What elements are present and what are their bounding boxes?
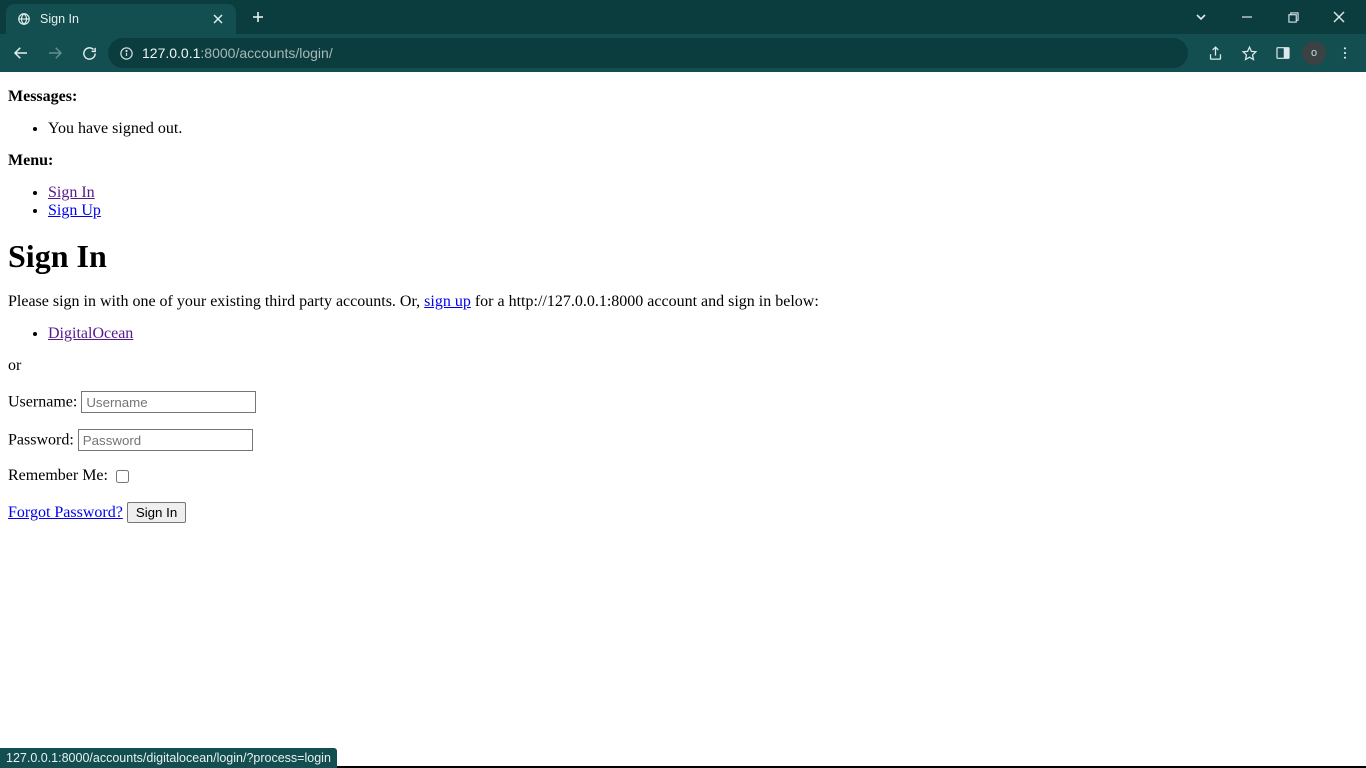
providers-list: DigitalOcean	[8, 325, 1358, 343]
username-input[interactable]	[81, 391, 256, 413]
remember-label: Remember Me:	[8, 467, 108, 484]
remember-row: Remember Me:	[8, 467, 1358, 486]
menu-list: Sign In Sign Up	[8, 184, 1358, 220]
url-port: :8000	[200, 45, 235, 61]
new-tab-button[interactable]	[244, 3, 272, 31]
intro-text: Please sign in with one of your existing…	[8, 293, 1358, 311]
list-item: DigitalOcean	[48, 325, 1358, 343]
site-info-icon[interactable]	[118, 45, 134, 61]
messages-heading: Messages:	[8, 88, 77, 105]
reload-button[interactable]	[74, 38, 104, 68]
status-bar: 127.0.0.1:8000/accounts/digitalocean/log…	[0, 748, 337, 768]
back-button[interactable]	[6, 38, 36, 68]
menu-sign-up-link[interactable]: Sign Up	[48, 202, 101, 219]
tab-close-icon[interactable]	[210, 11, 226, 27]
sign-up-inline-link[interactable]: sign up	[424, 293, 471, 310]
page-title: Sign In	[8, 238, 1358, 275]
forward-button[interactable]	[40, 38, 70, 68]
minimize-icon[interactable]	[1224, 0, 1270, 34]
list-item: Sign In	[48, 184, 1358, 202]
menu-heading: Menu:	[8, 152, 53, 169]
toolbar-right: o	[1192, 38, 1360, 68]
share-icon[interactable]	[1200, 38, 1230, 68]
provider-digitalocean-link[interactable]: DigitalOcean	[48, 325, 133, 342]
password-row: Password:	[8, 429, 1358, 451]
or-divider: or	[8, 357, 1358, 375]
tab-strip: Sign In	[0, 0, 1366, 34]
browser-tab[interactable]: Sign In	[6, 4, 236, 34]
tab-title: Sign In	[40, 12, 202, 26]
maximize-icon[interactable]	[1270, 0, 1316, 34]
browser-toolbar: 127.0.0.1:8000/accounts/login/	[0, 34, 1366, 72]
messages-list: You have signed out.	[8, 120, 1358, 138]
page-body: Messages: You have signed out. Menu: Sig…	[0, 72, 1366, 768]
message-item: You have signed out.	[48, 120, 1358, 138]
submit-row: Forgot Password? Sign In	[8, 502, 1358, 523]
password-input[interactable]	[78, 429, 253, 451]
forgot-password-link[interactable]: Forgot Password?	[8, 504, 123, 521]
menu-sign-in-link[interactable]: Sign In	[48, 184, 95, 201]
kebab-menu-icon[interactable]	[1330, 38, 1360, 68]
username-row: Username:	[8, 391, 1358, 413]
tabs-dropdown-icon[interactable]	[1178, 0, 1224, 34]
browser-chrome: Sign In	[0, 0, 1366, 72]
password-label: Password:	[8, 432, 74, 449]
avatar-initial: o	[1311, 47, 1317, 59]
url-host: 127.0.0.1	[142, 45, 200, 61]
profile-avatar[interactable]: o	[1302, 41, 1326, 65]
url-path: /accounts/login/	[235, 45, 332, 61]
close-window-icon[interactable]	[1316, 0, 1362, 34]
remember-checkbox[interactable]	[116, 470, 129, 483]
side-panel-icon[interactable]	[1268, 38, 1298, 68]
sign-in-button[interactable]: Sign In	[127, 502, 186, 523]
bookmark-star-icon[interactable]	[1234, 38, 1264, 68]
globe-icon	[16, 11, 32, 27]
username-label: Username:	[8, 394, 77, 411]
window-controls	[1178, 0, 1366, 34]
list-item: Sign Up	[48, 202, 1358, 220]
address-bar[interactable]: 127.0.0.1:8000/accounts/login/	[108, 38, 1188, 68]
url-text: 127.0.0.1:8000/accounts/login/	[142, 45, 333, 61]
